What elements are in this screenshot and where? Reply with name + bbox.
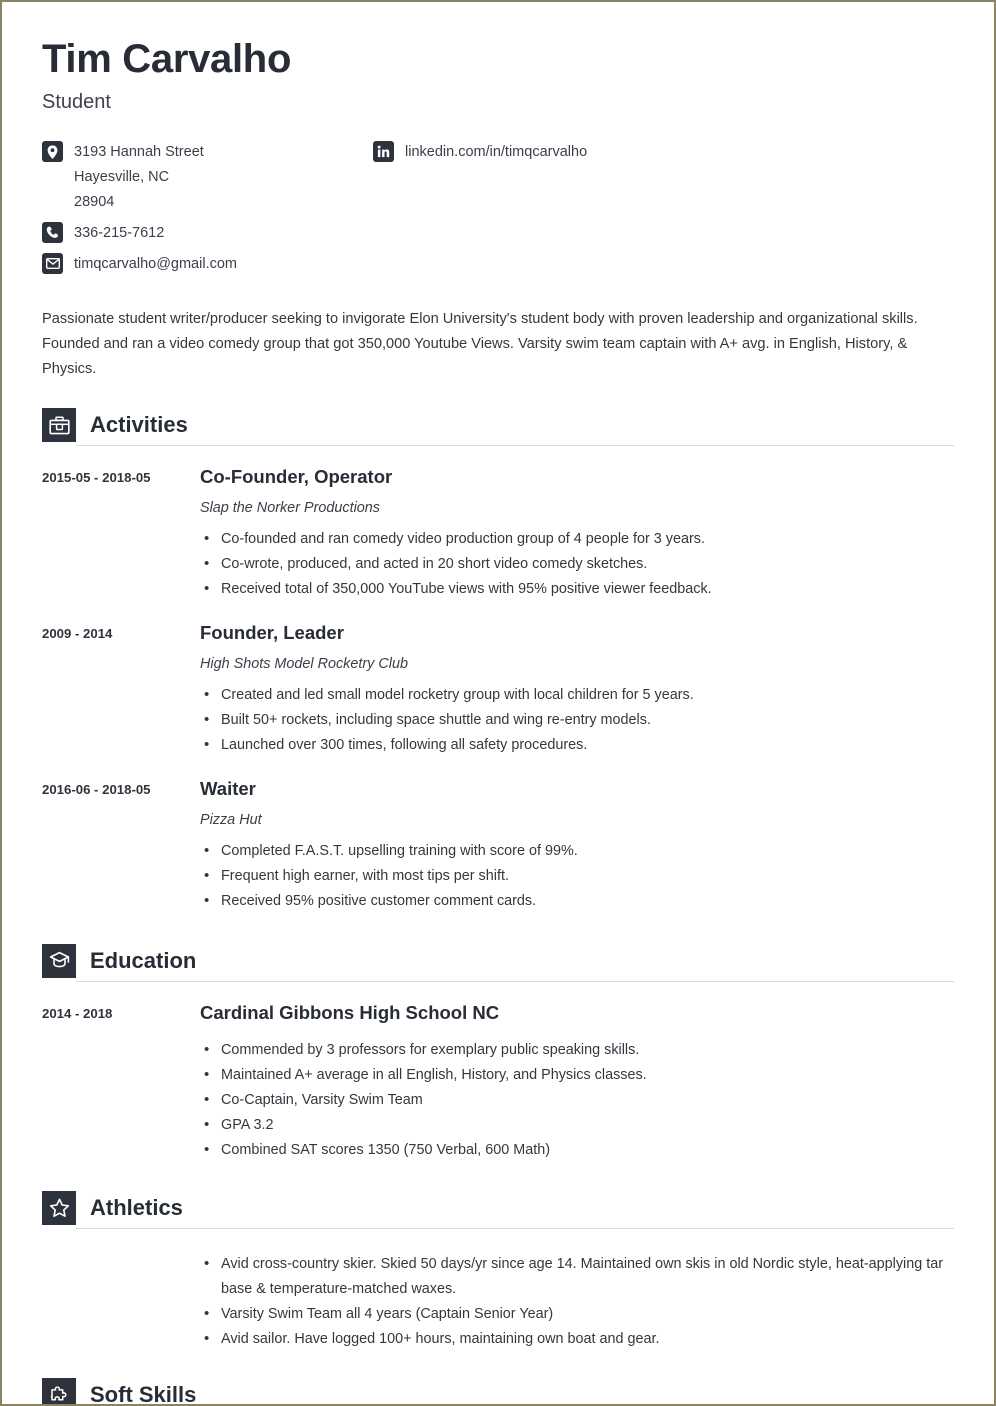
page-title: Tim Carvalho	[42, 37, 292, 81]
linkedin-icon	[373, 141, 394, 163]
contact-block: 3193 Hannah Street Hayesville, NC 28904 …	[42, 140, 954, 277]
contact-phone[interactable]: 336-215-7612	[42, 221, 372, 246]
entry-body: Avid cross-country skier. Skied 50 days/…	[200, 1243, 954, 1352]
section-soft-skills: Soft Skills Interpersonal Skills Expert	[42, 1376, 954, 1406]
professional-summary: Passionate student writer/producer seeki…	[42, 311, 918, 378]
envelope-icon	[42, 253, 63, 275]
entry-body: Waiter Pizza Hut Completed F.A.S.T. upse…	[200, 777, 954, 914]
bullet-item: Varsity Swim Team all 4 years (Captain S…	[200, 1301, 954, 1327]
bullet-item: Received total of 350,000 YouTube views …	[200, 576, 954, 602]
school-name: Cardinal Gibbons High School NC	[200, 1002, 500, 1024]
entry-bullets: Created and led small model rocketry gro…	[200, 682, 954, 758]
contact-linkedin[interactable]: linkedin.com/in/timqcarvalho	[373, 140, 587, 165]
contact-email[interactable]: timqcarvalho@gmail.com	[42, 252, 372, 277]
entry-bullets: Avid cross-country skier. Skied 50 days/…	[200, 1251, 954, 1352]
email-text: timqcarvalho@gmail.com	[74, 256, 237, 273]
graduation-cap-icon	[42, 944, 76, 979]
entry-organization: Slap the Norker Productions	[200, 500, 380, 517]
resume-header: Tim Carvalho Student	[42, 37, 954, 114]
bullet-item: Created and led small model rocketry gro…	[200, 682, 954, 708]
bullet-item: Co-founded and ran comedy video producti…	[200, 526, 954, 552]
athletics-title: Athletics	[90, 1195, 183, 1221]
phone-text: 336-215-7612	[74, 225, 165, 242]
entry-bullets: Completed F.A.S.T. upselling training wi…	[200, 838, 954, 914]
education-title: Education	[90, 948, 197, 974]
contact-column-right: linkedin.com/in/timqcarvalho	[373, 140, 587, 171]
bullet-item: Co-wrote, produced, and acted in 20 shor…	[200, 551, 954, 577]
bullet-item: Frequent high earner, with most tips per…	[200, 863, 954, 889]
education-divider	[76, 981, 954, 983]
bullet-item: Co-Captain, Varsity Swim Team	[200, 1087, 954, 1113]
section-education: Education 2014 - 2018 Cardinal Gibbons H…	[42, 942, 954, 1163]
entry-body: Co-Founder, Operator Slap the Norker Pro…	[200, 465, 954, 602]
contact-address: 3193 Hannah Street Hayesville, NC 28904	[42, 140, 372, 215]
contact-column-left: 3193 Hannah Street Hayesville, NC 28904 …	[42, 140, 372, 277]
bullet-item: Commended by 3 professors for exemplary …	[200, 1037, 954, 1063]
briefcase-icon	[42, 408, 76, 443]
activities-title: Activities	[90, 412, 188, 438]
entry-dates: 2016-06 - 2018-05	[42, 782, 151, 798]
address-line-1: 3193 Hannah Street	[74, 144, 204, 161]
activities-divider	[76, 445, 954, 447]
athletics-divider	[76, 1228, 954, 1230]
activities-header: Activities	[42, 406, 954, 443]
athletics-header: Athletics	[42, 1189, 954, 1226]
soft-skills-header: Soft Skills	[42, 1376, 954, 1406]
resume-page: Tim Carvalho Student 3193 Hannah Street …	[0, 0, 996, 1406]
entry-dates: 2009 - 2014	[42, 626, 113, 642]
address-line-3: 28904	[74, 194, 115, 211]
phone-icon	[42, 222, 63, 244]
entry-role: Waiter	[200, 778, 256, 800]
education-entry: 2014 - 2018 Cardinal Gibbons High School…	[42, 1001, 954, 1163]
bullet-item: GPA 3.2	[200, 1112, 954, 1138]
bullet-item: Avid cross-country skier. Skied 50 days/…	[200, 1251, 954, 1302]
bullet-item: Combined SAT scores 1350 (750 Verbal, 60…	[200, 1137, 954, 1163]
address-line-2: Hayesville, NC	[74, 169, 170, 186]
puzzle-piece-icon	[42, 1378, 76, 1404]
entry-dates: 2015-05 - 2018-05	[42, 470, 151, 486]
section-athletics: Athletics Avid cross-country skier. Skie…	[42, 1189, 954, 1352]
entry-body: Founder, Leader High Shots Model Rocketr…	[200, 621, 954, 758]
linkedin-text: linkedin.com/in/timqcarvalho	[405, 144, 588, 161]
education-header: Education	[42, 942, 954, 979]
star-icon	[42, 1191, 76, 1226]
bullet-item: Avid sailor. Have logged 100+ hours, mai…	[200, 1326, 954, 1352]
address-lines: 3193 Hannah Street Hayesville, NC 28904	[74, 140, 204, 215]
bullet-item: Completed F.A.S.T. upselling training wi…	[200, 838, 954, 864]
entry-role: Co-Founder, Operator	[200, 466, 393, 488]
job-title: Student	[42, 91, 111, 114]
entry-organization: High Shots Model Rocketry Club	[200, 656, 408, 673]
map-pin-icon	[42, 141, 63, 163]
bullet-item: Built 50+ rockets, including space shutt…	[200, 707, 954, 733]
entry-bullets: Commended by 3 professors for exemplary …	[200, 1037, 954, 1163]
entry-dates: 2014 - 2018	[42, 1006, 113, 1022]
bullet-item: Received 95% positive customer comment c…	[200, 888, 954, 914]
activity-entry: 2009 - 2014 Founder, Leader High Shots M…	[42, 621, 954, 758]
entry-body: Cardinal Gibbons High School NC Commende…	[200, 1001, 954, 1163]
entry-organization: Pizza Hut	[200, 812, 262, 829]
section-activities: Activities 2015-05 - 2018-05 Co-Founder,…	[42, 406, 954, 914]
bullet-item: Maintained A+ average in all English, Hi…	[200, 1062, 954, 1088]
activity-entry: 2015-05 - 2018-05 Co-Founder, Operator S…	[42, 465, 954, 602]
athletics-entry: Avid cross-country skier. Skied 50 days/…	[42, 1243, 954, 1352]
entry-role: Founder, Leader	[200, 622, 344, 644]
soft-skills-title: Soft Skills	[90, 1382, 197, 1406]
bullet-item: Launched over 300 times, following all s…	[200, 732, 954, 758]
entry-bullets: Co-founded and ran comedy video producti…	[200, 526, 954, 602]
activity-entry: 2016-06 - 2018-05 Waiter Pizza Hut Compl…	[42, 777, 954, 914]
